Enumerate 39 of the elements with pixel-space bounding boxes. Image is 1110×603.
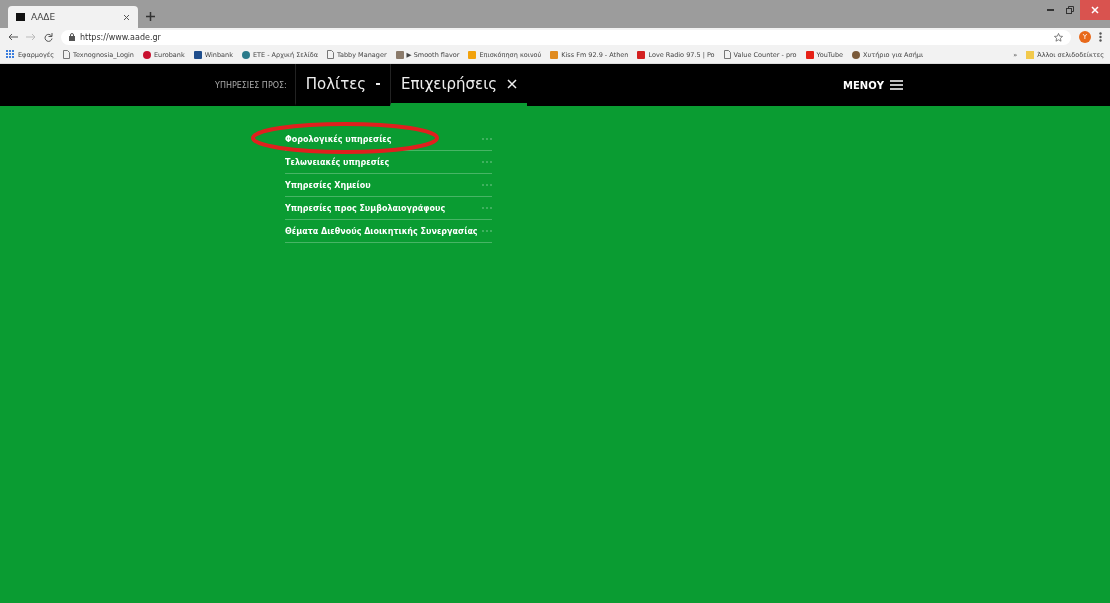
more-icon[interactable]	[1099, 32, 1102, 42]
tab-title: ΑΑΔΕ	[31, 12, 57, 22]
favicon-icon	[395, 50, 404, 59]
favicon-icon	[143, 50, 151, 59]
favicon-icon	[805, 50, 814, 59]
favicon-icon	[550, 50, 559, 59]
new-tab-icon[interactable]	[146, 12, 155, 21]
favicon-icon	[637, 50, 646, 59]
restore-icon[interactable]	[1066, 6, 1074, 14]
favicon-icon	[16, 13, 25, 21]
page-icon	[723, 50, 731, 59]
close-icon[interactable]	[123, 13, 130, 21]
page-icon	[327, 50, 335, 59]
page-icon	[63, 50, 71, 59]
address-bar[interactable]: https://www.aade.gr	[61, 29, 1071, 45]
submenu-link[interactable]: Φορολογικές υπηρεσίες	[285, 128, 492, 151]
submenu-link[interactable]: Υπηρεσίες προς Συμβολαιογράφους	[285, 197, 492, 220]
favicon-icon	[241, 50, 250, 59]
menu-button[interactable]: ΜΕΝΟΥ	[837, 64, 909, 106]
favicon-icon	[193, 50, 202, 59]
back-icon[interactable]	[8, 33, 18, 41]
minimize-icon[interactable]	[1046, 9, 1054, 11]
nav-tab[interactable]: Επιχειρήσεις	[390, 64, 528, 106]
close-icon	[507, 78, 518, 89]
favicon-icon	[468, 50, 477, 59]
folder-icon	[1026, 50, 1035, 59]
reload-icon[interactable]	[44, 32, 53, 42]
lock-icon	[69, 33, 75, 41]
star-icon[interactable]	[1054, 32, 1063, 42]
nav-prefix: ΥΠΗΡΕΣΙΕΣ ΠΡΟΣ:	[215, 80, 288, 90]
apps-icon	[6, 50, 15, 59]
submenu-link[interactable]: Θέματα Διεθνούς Διοικητικής Συνεργασίας	[285, 220, 492, 243]
browser-tab[interactable]: ΑΑΔΕ	[8, 6, 138, 28]
favicon-icon	[852, 50, 861, 59]
submenu-link[interactable]: Υπηρεσίες Χημείου	[285, 174, 492, 197]
dash-icon	[376, 82, 381, 85]
menu-icon	[890, 80, 903, 90]
url-text: https://www.aade.gr	[80, 32, 161, 42]
submenu-link[interactable]: Τελωνειακές υπηρεσίες	[285, 151, 492, 174]
